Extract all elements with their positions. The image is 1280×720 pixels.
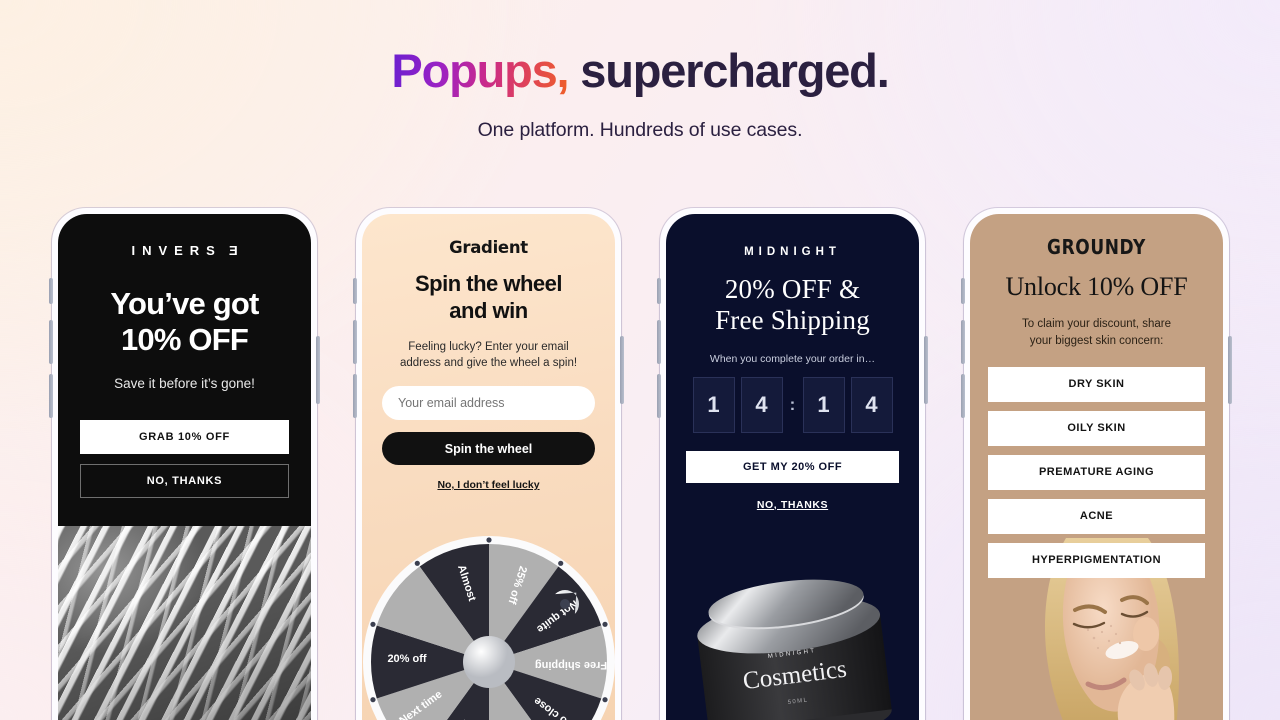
brand-logo-groundy: GROUNDY — [1047, 236, 1146, 260]
popup-headline-line1: 20% OFF & — [724, 274, 861, 304]
phone-power-button[interactable] — [620, 336, 624, 404]
phone-power-button[interactable] — [316, 336, 320, 404]
phone-silent-switch[interactable] — [353, 278, 357, 304]
countdown-digit: 1 — [692, 376, 735, 433]
phone-mockup-gradient: Gradient Spin the wheel and win Feeling … — [353, 208, 624, 720]
popup-groundy: GROUNDY Unlock 10% OFF To claim your dis… — [970, 214, 1223, 720]
option-acne[interactable]: ACNE — [988, 498, 1205, 534]
phone-silent-switch[interactable] — [657, 278, 661, 304]
popup-headline-line1: You’ve got — [110, 286, 259, 321]
decline-link[interactable]: No, I don’t feel lucky — [382, 479, 595, 491]
popup-subtext-line1: To claim your discount, share — [1022, 318, 1171, 330]
popup-headline-line2: Free Shipping — [715, 305, 870, 336]
countdown-separator: : — [789, 394, 796, 414]
email-input[interactable] — [382, 386, 595, 420]
claim-discount-button[interactable]: GET MY 20% OFF — [686, 450, 899, 483]
countdown-digit: 1 — [802, 376, 845, 433]
product-jar-image: MIDNIGHT Cosmetics 50ML — [666, 549, 919, 720]
popup-headline-line2: and win — [449, 297, 528, 323]
decline-button[interactable]: NO, THANKS — [80, 463, 289, 498]
option-hyperpigmentation[interactable]: HYPERPIGMENTATION — [988, 542, 1205, 578]
brand-logo-gradient: Gradient — [449, 238, 528, 257]
phone-volume-up-button[interactable] — [961, 320, 965, 364]
phone-volume-up-button[interactable] — [49, 320, 53, 364]
popup-headline: You’ve got 10% OFF — [80, 286, 289, 358]
popup-headline-line2: 10% OFF — [120, 321, 249, 357]
popup-gradient: Gradient Spin the wheel and win Feeling … — [362, 214, 615, 720]
phone-volume-down-button[interactable] — [657, 374, 661, 418]
phone-mockup-groundy: GROUNDY Unlock 10% OFF To claim your dis… — [961, 208, 1232, 720]
popup-subtext: When you complete your order in… — [709, 352, 876, 365]
phone-volume-down-button[interactable] — [49, 374, 53, 418]
spin-wheel-button[interactable]: Spin the wheel — [382, 432, 595, 465]
popup-headline: Spin the wheel and win — [382, 271, 595, 325]
option-premature-aging[interactable]: PREMATURE AGING — [988, 454, 1205, 490]
popup-subtext-line1: Feeling lucky? Enter your email — [408, 340, 569, 353]
phone-power-button[interactable] — [1228, 336, 1232, 404]
countdown-digit: 4 — [850, 376, 893, 433]
popup-headline-line1: Spin the wheel — [414, 271, 563, 296]
phone-volume-up-button[interactable] — [353, 320, 357, 364]
wheel-segment-label: Free shipping — [534, 659, 606, 671]
phone-mockup-inverse: INVERSE You’ve got 10% OFF Save it befor… — [49, 208, 320, 720]
phone-volume-down-button[interactable] — [353, 374, 357, 418]
phone-mockup-midnight: MIDNIGHT 20% OFF & Free Shipping When yo… — [657, 208, 928, 720]
popup-inverse: INVERSE You’ve got 10% OFF Save it befor… — [58, 214, 311, 720]
headline-gradient-word: Popups, — [391, 44, 569, 97]
popup-subtext-line2: address and give the wheel a spin! — [399, 357, 578, 370]
popup-midnight: MIDNIGHT 20% OFF & Free Shipping When yo… — [666, 214, 919, 720]
countdown-digit: 4 — [740, 376, 783, 433]
popup-subtext: To claim your discount, share your bigge… — [988, 316, 1205, 351]
brand-logo-inverse: INVERSE — [131, 243, 238, 258]
popup-headline: 20% OFF & Free Shipping — [686, 274, 899, 337]
phone-power-button[interactable] — [924, 336, 928, 404]
countdown-timer: 1 4 : 1 4 — [686, 376, 899, 433]
phone-silent-switch[interactable] — [961, 278, 965, 304]
prize-wheel[interactable]: Almost 25% off Not quite Free shipping So cl… — [362, 532, 615, 720]
wheel-segment-label: 20% off — [387, 653, 426, 665]
decline-link[interactable]: NO, THANKS — [666, 499, 919, 511]
palm-leaf-shadow-image — [58, 526, 311, 720]
phone-showcase: INVERSE You’ve got 10% OFF Save it befor… — [0, 208, 1280, 720]
option-dry-skin[interactable]: DRY SKIN — [988, 366, 1205, 402]
phone-silent-switch[interactable] — [49, 278, 53, 304]
page-header: Popups, supercharged. One platform. Hund… — [0, 0, 1280, 142]
phone-volume-up-button[interactable] — [657, 320, 661, 364]
option-oily-skin[interactable]: OILY SKIN — [988, 410, 1205, 446]
popup-subtext: Feeling lucky? Enter your email address … — [382, 339, 595, 372]
phone-volume-down-button[interactable] — [961, 374, 965, 418]
page-title: Popups, supercharged. — [0, 46, 1280, 95]
popup-headline: Unlock 10% OFF — [1005, 272, 1188, 301]
grab-discount-button[interactable]: GRAB 10% OFF — [80, 419, 289, 454]
page-subtitle: One platform. Hundreds of use cases. — [477, 119, 803, 142]
brand-logo-midnight: MIDNIGHT — [744, 246, 841, 258]
popup-subtext-line2: your biggest skin concern: — [1029, 335, 1164, 348]
headline-dark-word: supercharged. — [580, 44, 889, 97]
popup-subtext: Save it before it’s gone! — [114, 375, 255, 391]
